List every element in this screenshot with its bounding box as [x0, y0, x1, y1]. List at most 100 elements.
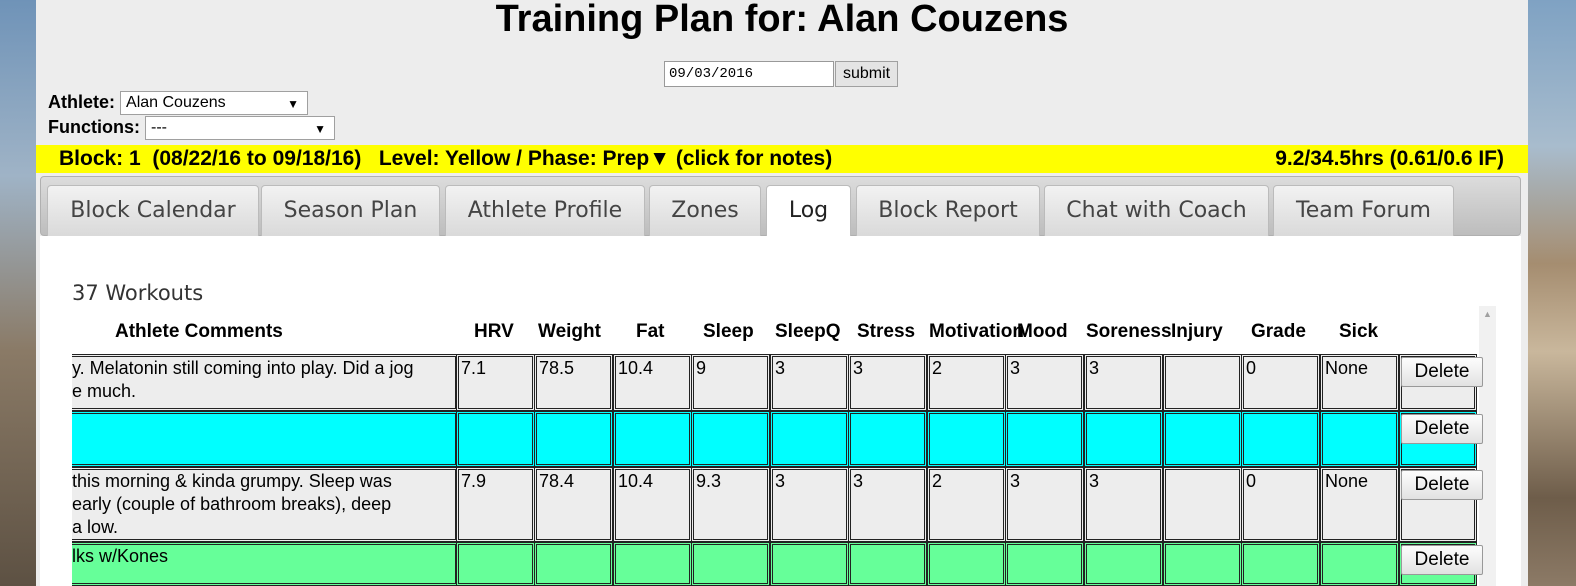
value-cell	[691, 411, 770, 467]
col-header-sick: Sick	[1339, 321, 1379, 342]
col-header-grade: Grade	[1251, 321, 1306, 342]
submit-button[interactable]: submit	[835, 61, 899, 87]
value-cell: 7.1	[456, 354, 535, 411]
value-cell: 3	[848, 354, 927, 411]
value-cell	[927, 411, 1006, 467]
value-cell: 78.4	[534, 467, 613, 542]
tab-athlete-profile[interactable]: Athlete Profile	[445, 185, 645, 237]
tab-team-forum[interactable]: Team Forum	[1273, 185, 1454, 237]
functions-select-value: ---	[151, 119, 167, 136]
value-cell	[534, 411, 613, 467]
value-cell: 3	[770, 354, 849, 411]
value-cell	[613, 542, 692, 586]
value-cell	[1241, 542, 1320, 586]
col-header-hrv: HRV	[474, 321, 514, 342]
value-cell	[848, 411, 927, 467]
col-header-soreness: Soreness	[1086, 321, 1172, 342]
value-cell: 9	[691, 354, 770, 411]
block-hours: 9.2/34.5hrs (0.61/0.6 IF)	[1275, 147, 1504, 170]
col-header-stress: Stress	[857, 321, 916, 342]
col-header-sleepq: SleepQ	[775, 321, 841, 342]
log-content: 37 Workouts ▲ Athlete Comments HRV Weigh…	[40, 236, 1521, 586]
value-cell	[770, 411, 849, 467]
block-info-bar[interactable]: Block: 1 (08/22/16 to 09/18/16) Level: Y…	[36, 145, 1528, 173]
athlete-select-value: Alan Couzens	[126, 94, 226, 111]
value-cell	[1005, 542, 1084, 586]
value-cell	[770, 542, 849, 586]
athlete-label: Athlete:	[48, 91, 115, 112]
value-cell: 2	[927, 354, 1006, 411]
value-cell	[1320, 411, 1399, 467]
col-header-sleep: Sleep	[703, 321, 754, 342]
tab-season-plan[interactable]: Season Plan	[261, 185, 440, 237]
functions-label: Functions:	[48, 116, 140, 137]
log-scrollbar[interactable]: ▲	[1479, 306, 1496, 586]
comment-cell: y. Melatonin still coming into play. Did…	[72, 354, 458, 411]
value-cell	[1241, 411, 1320, 467]
value-cell	[1320, 542, 1399, 586]
tab-block-calendar[interactable]: Block Calendar	[47, 185, 259, 237]
comment-cell: this morning & kinda grumpy. Sleep was e…	[72, 467, 458, 542]
value-cell: 0	[1241, 467, 1320, 542]
delete-button[interactable]: Delete	[1401, 357, 1483, 387]
value-cell	[1084, 542, 1163, 586]
page-title: Training Plan for: Alan Couzens	[495, 0, 1069, 40]
value-cell: 2	[927, 467, 1006, 542]
athlete-row: Athlete: Alan Couzens ▼	[48, 91, 309, 115]
value-cell: None	[1320, 354, 1399, 411]
col-header-weight: Weight	[538, 321, 601, 342]
value-cell	[613, 411, 692, 467]
value-cell	[1163, 467, 1242, 542]
value-cell: 3	[848, 467, 927, 542]
value-cell	[534, 542, 613, 586]
value-cell	[1005, 411, 1084, 467]
value-cell	[1163, 354, 1242, 411]
delete-button[interactable]: Delete	[1401, 545, 1483, 575]
workout-count: 37 Workouts	[72, 281, 204, 305]
value-cell: 0	[1241, 354, 1320, 411]
value-cell: 9.3	[691, 467, 770, 542]
value-cell: 3	[1005, 467, 1084, 542]
value-cell: 3	[1005, 354, 1084, 411]
value-cell: 3	[770, 467, 849, 542]
value-cell	[848, 542, 927, 586]
functions-select[interactable]: --- ▼	[145, 116, 336, 140]
col-header-injury: Injury	[1171, 321, 1223, 342]
date-form: 09/03/2016 submit	[664, 61, 899, 87]
col-header-mood: Mood	[1017, 321, 1068, 342]
value-cell: 10.4	[613, 354, 692, 411]
main-panel: Training Plan for: Alan Couzens 09/03/20…	[36, 0, 1528, 586]
comment-cell	[72, 411, 458, 467]
date-input[interactable]: 09/03/2016	[664, 61, 834, 87]
col-header-fat: Fat	[636, 321, 665, 342]
col-header-motivation: Motivation	[929, 321, 1024, 342]
dropdown-arrow-icon: ▼	[314, 122, 327, 136]
delete-button[interactable]: Delete	[1401, 414, 1483, 444]
delete-button[interactable]: Delete	[1401, 470, 1483, 500]
value-cell: 78.5	[534, 354, 613, 411]
tab-chat-with-coach[interactable]: Chat with Coach	[1044, 185, 1269, 237]
functions-row: Functions: --- ▼	[48, 116, 336, 140]
value-cell	[456, 542, 535, 586]
block-summary[interactable]: Block: 1 (08/22/16 to 09/18/16) Level: Y…	[59, 145, 832, 173]
value-cell: None	[1320, 467, 1399, 542]
value-cell	[1084, 411, 1163, 467]
tab-bar: Block Calendar Season Plan Athlete Profi…	[40, 176, 1521, 237]
value-cell	[927, 542, 1006, 586]
comment-cell: lks w/Kones	[72, 542, 458, 586]
col-header-comments: Athlete Comments	[115, 321, 283, 342]
value-cell	[456, 411, 535, 467]
value-cell: 3	[1084, 467, 1163, 542]
scroll-up-icon[interactable]: ▲	[1479, 306, 1496, 323]
value-cell	[691, 542, 770, 586]
value-cell: 3	[1084, 354, 1163, 411]
tab-block-report[interactable]: Block Report	[856, 185, 1040, 237]
tab-zones[interactable]: Zones	[649, 185, 761, 237]
tab-log[interactable]: Log	[766, 185, 851, 237]
value-cell: 7.9	[456, 467, 535, 542]
value-cell	[1163, 411, 1242, 467]
desktop-background-right	[1528, 0, 1576, 586]
dropdown-arrow-icon: ▼	[287, 97, 300, 111]
athlete-select[interactable]: Alan Couzens ▼	[120, 91, 309, 115]
value-cell: 10.4	[613, 467, 692, 542]
